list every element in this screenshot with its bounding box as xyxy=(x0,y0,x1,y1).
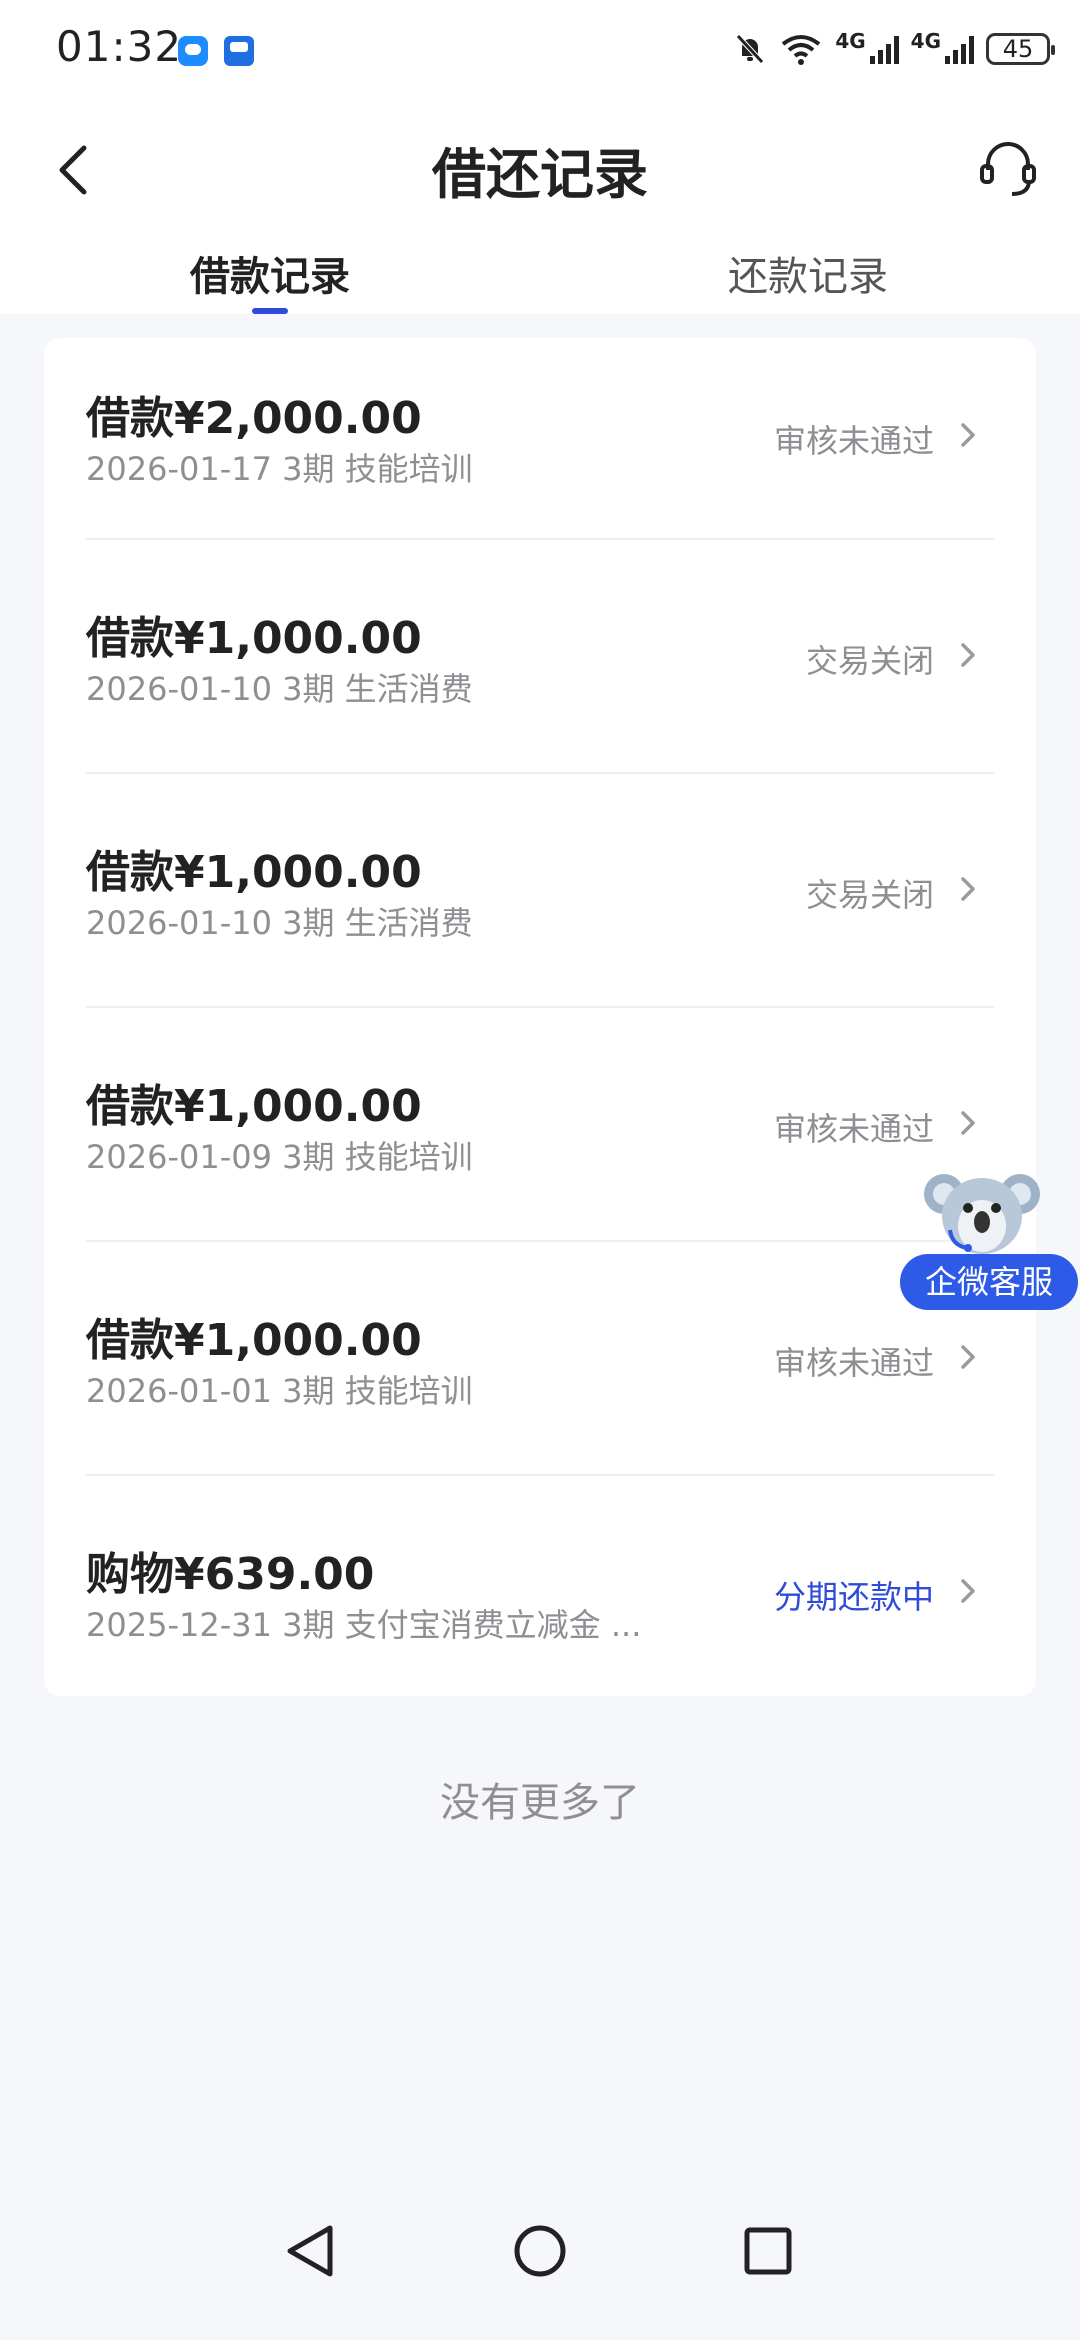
record-meta: 2026-01-17 3期 技能培训 xyxy=(86,450,473,488)
app-icon xyxy=(224,36,254,66)
battery-icon: 45 xyxy=(986,33,1055,65)
floating-service-button[interactable]: 企微客服 xyxy=(900,1160,1080,1310)
list-item[interactable]: 借款¥2,000.00 2026-01-17 3期 技能培训 审核未通过 xyxy=(86,338,994,538)
tab-indicator xyxy=(252,308,288,314)
record-amount: 借款¥2,000.00 xyxy=(86,393,422,444)
tab-borrow-records[interactable]: 借款记录 xyxy=(190,244,350,302)
signal-icon xyxy=(869,34,899,64)
headset-icon[interactable] xyxy=(978,138,1038,198)
no-more-text: 没有更多了 xyxy=(440,1780,640,1826)
record-status: 审核未通过 xyxy=(773,1110,934,1148)
record-meta: 2026-01-10 3期 生活消费 xyxy=(86,904,473,942)
page-title: 借还记录 xyxy=(432,143,648,206)
network-label: 4G xyxy=(910,29,941,53)
record-status: 审核未通过 xyxy=(773,1344,934,1382)
record-status: 交易关闭 xyxy=(805,876,934,914)
record-amount: 借款¥1,000.00 xyxy=(86,613,422,664)
record-amount: 借款¥1,000.00 xyxy=(86,1081,422,1132)
list-item[interactable]: 借款¥1,000.00 2026-01-10 3期 生活消费 交易关闭 xyxy=(86,772,994,1006)
home-circle-icon[interactable] xyxy=(505,2216,575,2286)
floating-service-label: 企微客服 xyxy=(900,1254,1078,1310)
chevron-right-icon xyxy=(961,1345,975,1369)
system-nav-bar xyxy=(0,2190,1080,2340)
status-right: 4G 4G 45 xyxy=(733,24,1055,74)
record-status: 审核未通过 xyxy=(773,422,934,460)
chevron-right-icon xyxy=(961,1111,975,1135)
list-item[interactable]: 借款¥1,000.00 2026-01-01 3期 技能培训 审核未通过 xyxy=(86,1240,994,1474)
wifi-icon xyxy=(782,35,821,65)
record-meta: 2025-12-31 3期 支付宝消费立减金 ... xyxy=(86,1606,642,1644)
back-triangle-icon[interactable] xyxy=(274,2216,344,2286)
list-item[interactable]: 借款¥1,000.00 2026-01-09 3期 技能培训 审核未通过 xyxy=(86,1006,994,1240)
record-meta: 2026-01-10 3期 生活消费 xyxy=(86,670,473,708)
status-time: 01:32 xyxy=(56,22,183,71)
signal-icon xyxy=(945,34,974,64)
record-meta: 2026-01-01 3期 技能培训 xyxy=(86,1372,473,1410)
tab-repay-records[interactable]: 还款记录 xyxy=(728,244,888,302)
bell-off-icon xyxy=(736,34,765,64)
status-bar: 01:32 4G 4G 45 xyxy=(0,0,1080,100)
chevron-right-icon xyxy=(961,423,975,447)
record-status: 交易关闭 xyxy=(805,642,934,680)
record-meta: 2026-01-09 3期 技能培训 xyxy=(86,1138,473,1176)
record-status: 分期还款中 xyxy=(773,1578,934,1616)
list-item[interactable]: 购物¥639.00 2025-12-31 3期 支付宝消费立减金 ... 分期还… xyxy=(86,1474,994,1708)
chevron-right-icon xyxy=(961,877,975,901)
message-icon xyxy=(178,36,208,66)
recents-square-icon[interactable] xyxy=(733,2216,803,2286)
record-amount: 借款¥1,000.00 xyxy=(86,1315,422,1366)
list-item[interactable]: 借款¥1,000.00 2026-01-10 3期 生活消费 交易关闭 xyxy=(86,538,994,772)
record-amount: 购物¥639.00 xyxy=(86,1549,375,1600)
network-label: 4G xyxy=(835,29,866,53)
chevron-right-icon xyxy=(961,1579,975,1603)
chevron-right-icon xyxy=(961,643,975,667)
records-list: 借款¥2,000.00 2026-01-17 3期 技能培训 审核未通过 借款¥… xyxy=(44,338,1036,1696)
record-amount: 借款¥1,000.00 xyxy=(86,847,422,898)
